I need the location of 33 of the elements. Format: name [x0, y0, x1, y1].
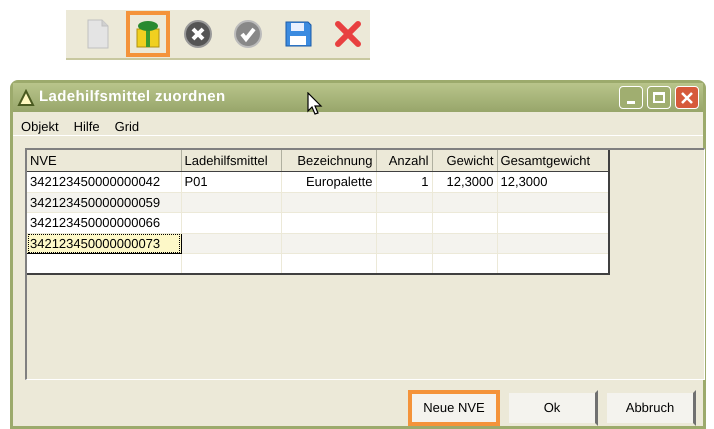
delete-icon [334, 20, 362, 48]
table-cell[interactable]: 342123450000000073 [27, 233, 181, 254]
save-icon [284, 20, 312, 48]
cancel-icon [183, 19, 213, 49]
table-cell-text: 1 [420, 172, 430, 191]
close-icon [680, 90, 694, 105]
toolbar-button[interactable] [126, 11, 170, 57]
column-header[interactable]: NVE [27, 150, 181, 172]
table-cell-text: 12,3000 [500, 172, 548, 191]
table-cell-text: 12,3000 [446, 172, 494, 191]
table-cell[interactable]: 342123450000000042 [27, 171, 181, 192]
menu-item[interactable]: Hilfe [74, 117, 100, 136]
dialog-button[interactable]: Neue NVE [408, 390, 500, 426]
check-icon [233, 19, 263, 49]
minimize-button[interactable] [619, 86, 643, 110]
column-header[interactable]: Ladehilfsmittel [181, 150, 281, 172]
maximize-button[interactable] [647, 86, 671, 110]
dialog-button[interactable]: Abbruch [604, 390, 696, 426]
mouse-cursor-icon [307, 92, 323, 116]
column-header[interactable]: Bezeichnung [281, 150, 376, 172]
table-cell-text: Europalette [305, 172, 374, 191]
triangle-icon [17, 88, 35, 107]
table-cell-text: P01 [184, 172, 209, 191]
column-header[interactable]: Gesamtgewicht [497, 150, 609, 172]
column-header[interactable]: Anzahl [376, 150, 432, 172]
window-title: Ladehilfsmittel zuordnen [39, 87, 226, 108]
gift-icon [134, 19, 162, 49]
column-header[interactable]: Gewicht [432, 150, 497, 172]
close-button[interactable] [675, 86, 699, 110]
document-icon [86, 19, 110, 49]
dialog-button[interactable]: Ok [506, 390, 598, 426]
menu-item[interactable]: Grid [114, 117, 140, 136]
menu-item[interactable]: Objekt [21, 117, 59, 136]
